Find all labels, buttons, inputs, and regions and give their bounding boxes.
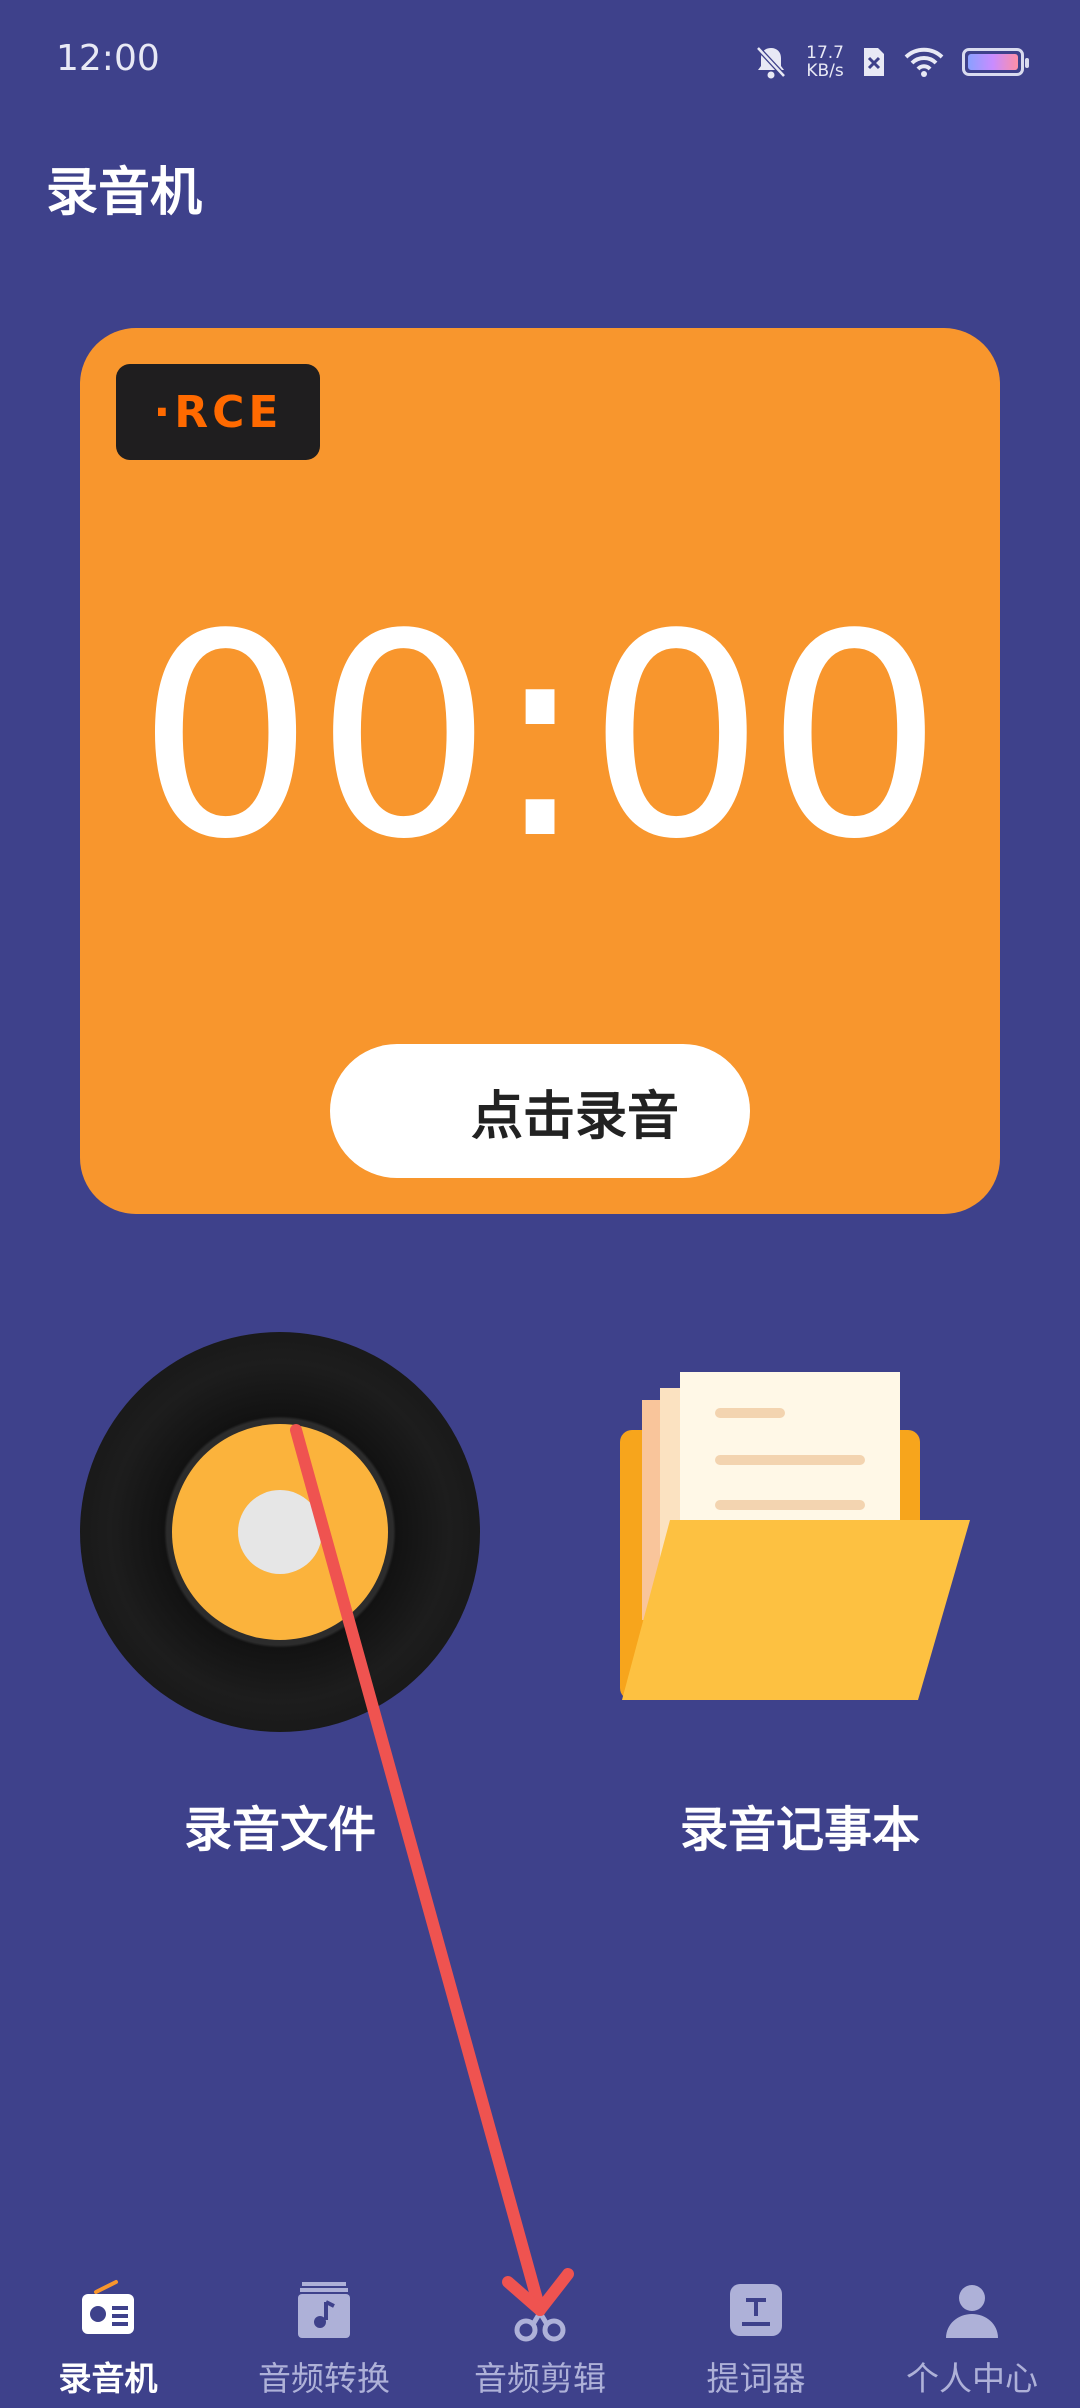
status-icons: 17.7 KB/s <box>754 40 1029 84</box>
vinyl-label <box>172 1424 388 1640</box>
nav-item-profile[interactable]: 个人中心 <box>872 2278 1072 2400</box>
recording-timer: 00:00 <box>136 575 944 901</box>
recording-notebook-label: 录音记事本 <box>679 1802 920 1858</box>
scissors-icon <box>514 2294 566 2342</box>
radio-icon <box>82 2280 134 2334</box>
folder-notes-icon <box>620 1372 970 1700</box>
battery-icon <box>962 48 1029 76</box>
music-note-icon <box>298 2282 350 2338</box>
status-time: 12:00 <box>56 38 160 79</box>
vinyl-center <box>238 1490 322 1574</box>
vinyl-record-icon <box>80 1332 480 1732</box>
net-speed-unit: KB/s <box>806 61 844 81</box>
status-bar: 12:00 17.7 KB/s <box>0 0 1080 120</box>
net-speed: 17.7 KB/s <box>806 44 844 80</box>
record-button[interactable]: 点击录音 <box>330 1044 750 1178</box>
rce-badge: ·RCE <box>116 364 320 460</box>
battery-level <box>968 54 1018 70</box>
nav-item-audio-edit[interactable]: 音频剪辑 <box>440 2278 640 2400</box>
nav-label-recorder: 录音机 <box>58 2359 158 2398</box>
recording-notebook-button[interactable]: 录音记事本 <box>590 1320 1010 1880</box>
wifi-icon <box>904 47 944 77</box>
profile-icon <box>946 2285 998 2338</box>
nav-item-audio-convert[interactable]: 音频转换 <box>224 2278 424 2400</box>
page-title: 录音机 <box>46 163 203 223</box>
nav-label-teleprompter: 提词器 <box>706 2359 806 2398</box>
nav-label-audio-convert: 音频转换 <box>258 2359 390 2398</box>
nav-label-audio-edit: 音频剪辑 <box>474 2359 606 2398</box>
recorder-card: ·RCE 00:00 点击录音 <box>80 328 1000 1214</box>
nav-item-teleprompter[interactable]: 提词器 <box>656 2278 856 2400</box>
nav-label-profile: 个人中心 <box>906 2359 1038 2398</box>
recording-files-button[interactable]: 录音文件 <box>70 1320 490 1880</box>
bell-mute-icon <box>756 46 786 79</box>
nav-item-recorder[interactable]: 录音机 <box>8 2278 208 2400</box>
teleprompter-icon <box>730 2284 782 2336</box>
recording-files-label: 录音文件 <box>183 1802 376 1858</box>
bottom-nav: 录音机 音频转换 音频剪辑 提词器 个人中心 <box>0 2250 1080 2408</box>
sim-icon <box>864 48 884 76</box>
net-speed-value: 17.7 <box>806 43 844 63</box>
